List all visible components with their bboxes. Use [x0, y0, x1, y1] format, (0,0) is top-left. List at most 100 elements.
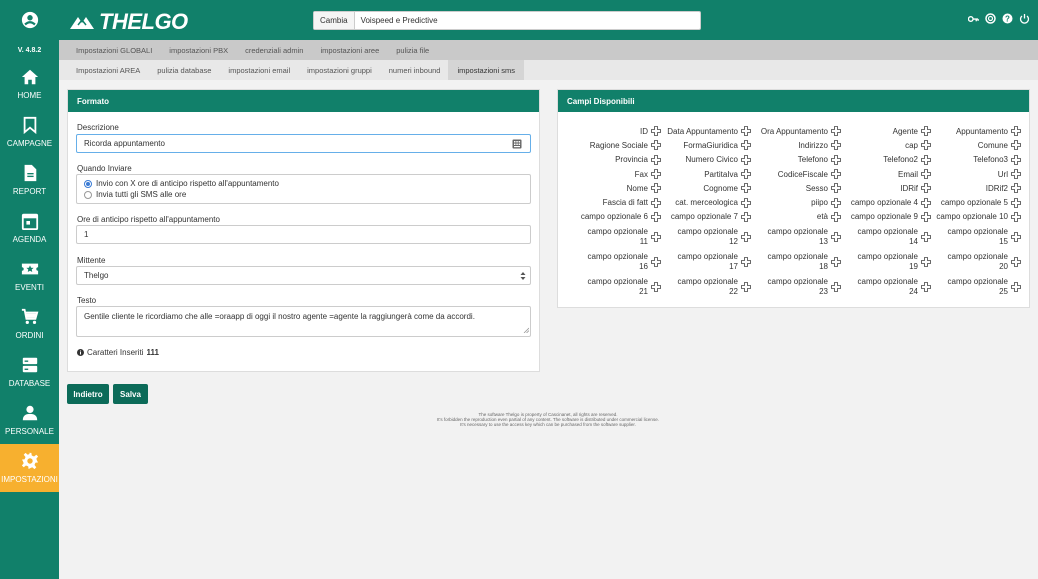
sidebar-item-home[interactable]: HOME: [0, 60, 59, 108]
add-field-icon[interactable]: [921, 126, 931, 137]
field-item[interactable]: FormaGiuridica: [662, 138, 752, 152]
tab-impostazioni-gruppi[interactable]: impostazioni gruppi: [307, 60, 372, 80]
add-field-icon[interactable]: [831, 126, 841, 137]
ore-anticipo-input[interactable]: 1: [76, 225, 531, 244]
field-item[interactable]: campo opzionale 24: [842, 274, 932, 299]
field-item[interactable]: campo opzionale 14: [842, 224, 932, 249]
radio-ore[interactable]: [84, 190, 92, 199]
field-item[interactable]: campo opzionale 13: [752, 224, 842, 249]
field-item[interactable]: Ora Appuntamento: [752, 124, 842, 138]
power-icon[interactable]: [1019, 13, 1030, 24]
keyboard-icon[interactable]: [512, 139, 522, 151]
add-field-icon[interactable]: [921, 169, 931, 179]
indietro-button[interactable]: Indietro: [67, 384, 109, 404]
add-field-icon[interactable]: [651, 126, 661, 137]
field-item[interactable]: IDRif: [842, 181, 932, 195]
tab-pulizia-file[interactable]: pulizia file: [396, 40, 429, 60]
tab-impostazioni-area[interactable]: Impostazioni AREA: [76, 60, 140, 80]
field-item[interactable]: campo opzionale 7: [662, 210, 752, 224]
sidebar-item-database[interactable]: DATABASE: [0, 348, 59, 396]
field-item[interactable]: campo opzionale 10: [932, 210, 1022, 224]
tab-pulizia-database[interactable]: pulizia database: [157, 60, 211, 80]
add-field-icon[interactable]: [1011, 169, 1021, 179]
field-item[interactable]: campo opzionale 25: [932, 274, 1022, 299]
add-field-icon[interactable]: [831, 231, 841, 242]
field-item[interactable]: campo opzionale 20: [932, 249, 1022, 274]
add-field-icon[interactable]: [1011, 231, 1021, 242]
add-field-icon[interactable]: [831, 256, 841, 267]
tab-impostazioni-globali[interactable]: Impostazioni GLOBALI: [76, 40, 152, 60]
field-item[interactable]: età: [752, 210, 842, 224]
add-field-icon[interactable]: [1011, 126, 1021, 137]
add-field-icon[interactable]: [741, 212, 751, 222]
user-menu[interactable]: [0, 0, 59, 40]
key-icon[interactable]: [968, 13, 979, 24]
field-item[interactable]: piipo: [752, 195, 842, 209]
resize-handle-icon[interactable]: [523, 326, 530, 335]
field-item[interactable]: campo opzionale 22: [662, 274, 752, 299]
add-field-icon[interactable]: [651, 183, 661, 194]
field-item[interactable]: campo opzionale 12: [662, 224, 752, 249]
sidebar-item-ordini[interactable]: ORDINI: [0, 300, 59, 348]
field-item[interactable]: campo opzionale 17: [662, 249, 752, 274]
sidebar-item-impostazioni[interactable]: IMPOSTAZIONI: [0, 444, 59, 492]
field-item[interactable]: Telefono2: [842, 153, 932, 167]
add-field-icon[interactable]: [741, 281, 751, 292]
sidebar-item-campagne[interactable]: CAMPAGNE: [0, 108, 59, 156]
field-item[interactable]: ID: [572, 124, 662, 138]
field-item[interactable]: cat. merceologica: [662, 195, 752, 209]
sidebar-item-eventi[interactable]: EVENTI: [0, 252, 59, 300]
field-item[interactable]: Agente: [842, 124, 932, 138]
field-item[interactable]: Data Appuntamento: [662, 124, 752, 138]
add-field-icon[interactable]: [651, 140, 661, 151]
field-item[interactable]: campo opzionale 16: [572, 249, 662, 274]
add-field-icon[interactable]: [1011, 154, 1021, 165]
option-anticipo[interactable]: Invio con X ore di anticipo rispetto all…: [84, 178, 530, 189]
radio-anticipo[interactable]: [84, 179, 92, 188]
add-field-icon[interactable]: [741, 169, 751, 179]
add-field-icon[interactable]: [831, 197, 841, 208]
tab-impostazioni-email[interactable]: impostazioni email: [228, 60, 290, 80]
sidebar-item-personale[interactable]: PERSONALE: [0, 396, 59, 444]
add-field-icon[interactable]: [651, 169, 661, 179]
add-field-icon[interactable]: [741, 256, 751, 267]
field-item[interactable]: Sesso: [752, 181, 842, 195]
add-field-icon[interactable]: [1011, 281, 1021, 292]
add-field-icon[interactable]: [1011, 197, 1021, 208]
descrizione-input[interactable]: Ricorda appuntamento: [76, 134, 531, 153]
field-item[interactable]: Telefono3: [932, 153, 1022, 167]
add-field-icon[interactable]: [741, 140, 751, 151]
field-item[interactable]: Cognome: [662, 181, 752, 195]
field-item[interactable]: PartitaIva: [662, 167, 752, 181]
add-field-icon[interactable]: [741, 126, 751, 137]
support-icon[interactable]: [985, 13, 996, 24]
add-field-icon[interactable]: [651, 256, 661, 267]
field-item[interactable]: campo opzionale 4: [842, 195, 932, 209]
tab-impostazioni-aree[interactable]: impostazioni aree: [320, 40, 379, 60]
add-field-icon[interactable]: [1011, 140, 1021, 151]
tab-credenziali-admin[interactable]: credenziali admin: [245, 40, 303, 60]
add-field-icon[interactable]: [921, 140, 931, 151]
add-field-icon[interactable]: [831, 169, 841, 179]
add-field-icon[interactable]: [741, 154, 751, 165]
field-item[interactable]: Fax: [572, 167, 662, 181]
option-ore[interactable]: Invia tutti gli SMS alle ore: [84, 189, 530, 200]
add-field-icon[interactable]: [651, 212, 661, 222]
field-item[interactable]: Numero Civico: [662, 153, 752, 167]
add-field-icon[interactable]: [651, 197, 661, 208]
add-field-icon[interactable]: [651, 231, 661, 242]
field-item[interactable]: campo opzionale 6: [572, 210, 662, 224]
sidebar-item-report[interactable]: REPORT: [0, 156, 59, 204]
add-field-icon[interactable]: [741, 197, 751, 208]
field-item[interactable]: campo opzionale 5: [932, 195, 1022, 209]
field-item[interactable]: cap: [842, 138, 932, 152]
add-field-icon[interactable]: [831, 140, 841, 151]
tab-numeri-inbound[interactable]: numeri inbound: [389, 60, 441, 80]
add-field-icon[interactable]: [1011, 212, 1021, 222]
mittente-select[interactable]: Thelgo: [76, 266, 531, 285]
add-field-icon[interactable]: [831, 281, 841, 292]
field-item[interactable]: campo opzionale 18: [752, 249, 842, 274]
testo-textarea[interactable]: Gentile cliente le ricordiamo che alle =…: [76, 306, 531, 337]
salva-button[interactable]: Salva: [113, 384, 148, 404]
add-field-icon[interactable]: [1011, 256, 1021, 267]
